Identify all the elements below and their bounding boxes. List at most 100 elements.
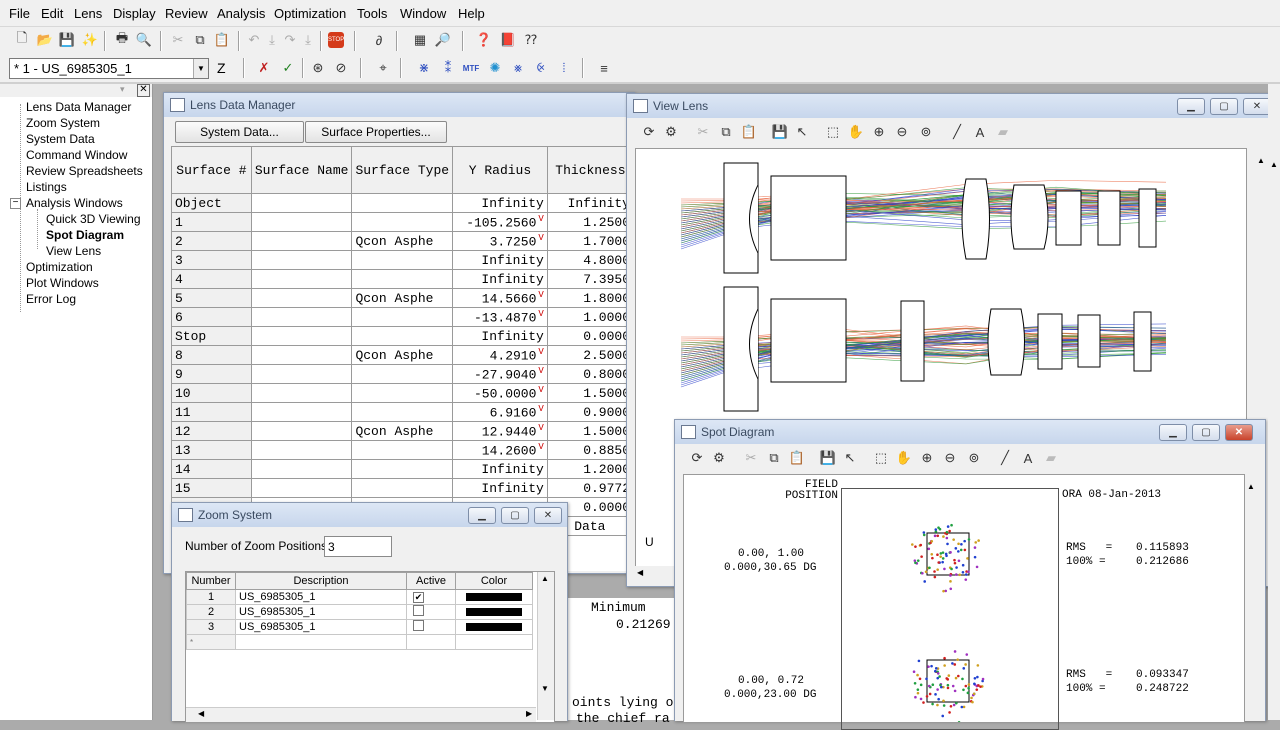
table-row[interactable]: Object Infinity Infinity xyxy=(171,193,634,213)
pointer-icon[interactable]: ↖ xyxy=(840,448,860,468)
variable-flag[interactable]: V xyxy=(538,347,543,357)
zoom-description[interactable]: US_6985305_1 xyxy=(235,589,407,605)
surface-properties-button[interactable]: Surface Properties... xyxy=(305,121,447,143)
column-header[interactable]: Surface Name xyxy=(250,146,353,194)
zoom-out-icon[interactable]: ⊖ xyxy=(892,122,912,142)
table-row[interactable]: 4 Infinity 7.3950 xyxy=(171,269,634,289)
tree-item-command-window[interactable]: Command Window xyxy=(26,148,127,162)
new-file-icon[interactable]: 🗋 xyxy=(12,30,32,50)
system-data-button[interactable]: System Data... xyxy=(175,121,304,143)
y-radius[interactable]: Infinity xyxy=(452,326,548,346)
zoom-box-icon[interactable]: ⬚ xyxy=(823,122,843,142)
scroll-up-icon[interactable]: ▲ xyxy=(1247,482,1255,491)
column-header[interactable]: Surface Type xyxy=(351,146,454,194)
refresh-icon[interactable]: ⟳ xyxy=(639,122,659,142)
copy-icon[interactable]: ⧉ xyxy=(716,122,736,142)
scroll-up-icon[interactable]: ▲ xyxy=(1270,160,1278,169)
scroll-up-icon[interactable]: ▲ xyxy=(541,574,549,583)
surface-type[interactable] xyxy=(351,193,454,213)
undo-list-icon[interactable]: ⤓ xyxy=(262,30,282,50)
refresh-icon[interactable]: ⟳ xyxy=(687,448,707,468)
y-radius[interactable]: Infinity xyxy=(452,459,548,479)
active-checkbox[interactable] xyxy=(413,605,424,616)
wizard-icon[interactable]: ✨ xyxy=(80,30,100,50)
text-icon[interactable]: A xyxy=(1018,448,1038,468)
menu-lens[interactable]: Lens xyxy=(74,6,102,21)
surface-name[interactable] xyxy=(250,250,353,270)
pan-icon[interactable]: ✋ xyxy=(846,122,866,142)
paste-icon[interactable]: 📋 xyxy=(787,448,807,468)
scroll-left-icon[interactable]: ◀ xyxy=(198,709,204,718)
stop-icon[interactable]: STOP xyxy=(326,30,346,50)
layout-icon[interactable]: ⌖ xyxy=(373,58,393,78)
variable-flag[interactable]: V xyxy=(538,442,543,452)
surface-type[interactable] xyxy=(351,383,454,403)
surface-name[interactable] xyxy=(250,459,353,479)
menu-window[interactable]: Window xyxy=(400,6,446,21)
thickness[interactable]: 1.5000 xyxy=(546,421,634,441)
tree-item-spot-diagram[interactable]: Spot Diagram xyxy=(46,228,124,242)
copy-icon[interactable]: ⧉ xyxy=(764,448,784,468)
zoom-fit-icon[interactable]: ⊚ xyxy=(964,448,984,468)
surface-type[interactable]: Qcon Asphe xyxy=(351,288,454,308)
menu-help[interactable]: Help xyxy=(458,6,485,21)
list-icon[interactable]: ≡ xyxy=(594,58,614,78)
zoom-in-icon[interactable]: ⊕ xyxy=(869,122,889,142)
table-row[interactable]: 13 14.2600 V 0.8850 xyxy=(171,440,634,460)
thickness[interactable]: 2.5000 xyxy=(546,345,634,365)
surface-number[interactable]: 1 xyxy=(171,212,252,232)
tree-item-lens-data-manager[interactable]: Lens Data Manager xyxy=(26,100,131,114)
thickness[interactable]: 0.0000 xyxy=(546,326,634,346)
optimize-icon[interactable]: ⊛ xyxy=(308,58,328,78)
thickness[interactable]: 0.8000 xyxy=(546,364,634,384)
surface-name[interactable] xyxy=(250,364,353,384)
surface-number[interactable]: 13 xyxy=(171,440,252,460)
thickness[interactable]: Infinity xyxy=(546,193,634,213)
surface-number[interactable]: 2 xyxy=(171,231,252,251)
eraser-icon[interactable]: ▰ xyxy=(1041,448,1061,468)
surface-name[interactable] xyxy=(250,421,353,441)
thickness[interactable]: 0.9772 xyxy=(546,478,634,498)
maximize-button[interactable]: ▢ xyxy=(501,507,529,524)
print-preview-icon[interactable]: 🔍 xyxy=(134,30,154,50)
field-curve-icon[interactable]: ⨴ xyxy=(531,58,551,78)
variable-flag[interactable]: V xyxy=(538,214,543,224)
y-radius[interactable]: 6.9160 V xyxy=(452,402,548,422)
maximize-button[interactable]: ▢ xyxy=(1192,424,1220,441)
table-row[interactable]: 2 Qcon Asphe 3.7250 V 1.7000 xyxy=(171,231,634,251)
menu-review[interactable]: Review xyxy=(165,6,208,21)
scroll-up-icon[interactable]: ▲ xyxy=(1257,156,1265,165)
menu-display[interactable]: Display xyxy=(113,6,156,21)
surface-name[interactable] xyxy=(250,288,353,308)
surface-name[interactable] xyxy=(250,345,353,365)
surface-number[interactable]: Object xyxy=(171,193,252,213)
thickness[interactable]: 1.2500 xyxy=(546,212,634,232)
ray-tool-icon[interactable]: ✗ xyxy=(254,58,274,78)
minimize-button[interactable]: ▁ xyxy=(1177,98,1205,115)
thickness[interactable]: 1.2000 xyxy=(546,459,634,479)
surface-number[interactable]: 10 xyxy=(171,383,252,403)
surface-name[interactable] xyxy=(250,307,353,327)
print-icon[interactable]: 🖶 xyxy=(112,30,132,50)
table-row[interactable]: 3 US_6985305_1 xyxy=(186,619,533,635)
pointer-icon[interactable]: ↖ xyxy=(792,122,812,142)
surface-type[interactable] xyxy=(351,307,454,327)
surface-number[interactable]: 3 xyxy=(171,250,252,270)
surface-number[interactable]: 6 xyxy=(171,307,252,327)
text-icon[interactable]: A xyxy=(970,122,990,142)
variable-flag[interactable]: V xyxy=(538,309,543,319)
zoom-in-icon[interactable]: ⊕ xyxy=(917,448,937,468)
spot-canvas[interactable]: FIELD POSITION ORA 08-Jan-2013 0.00, 1.0… xyxy=(683,474,1245,730)
surface-number[interactable]: 8 xyxy=(171,345,252,365)
scroll-down-icon[interactable]: ▼ xyxy=(541,684,549,693)
save-icon[interactable]: 💾 xyxy=(57,30,77,50)
column-header[interactable]: Color xyxy=(455,572,533,590)
tree-item-review-spreadsheets[interactable]: Review Spreadsheets xyxy=(26,164,143,178)
y-radius[interactable]: 12.9440 V xyxy=(452,421,548,441)
surface-type[interactable] xyxy=(351,269,454,289)
surface-name[interactable] xyxy=(250,478,353,498)
pan-icon[interactable]: ✋ xyxy=(894,448,914,468)
settings-icon[interactable]: ⚙ xyxy=(661,122,681,142)
surface-type[interactable]: Qcon Asphe xyxy=(351,421,454,441)
y-radius[interactable]: Infinity xyxy=(452,250,548,270)
